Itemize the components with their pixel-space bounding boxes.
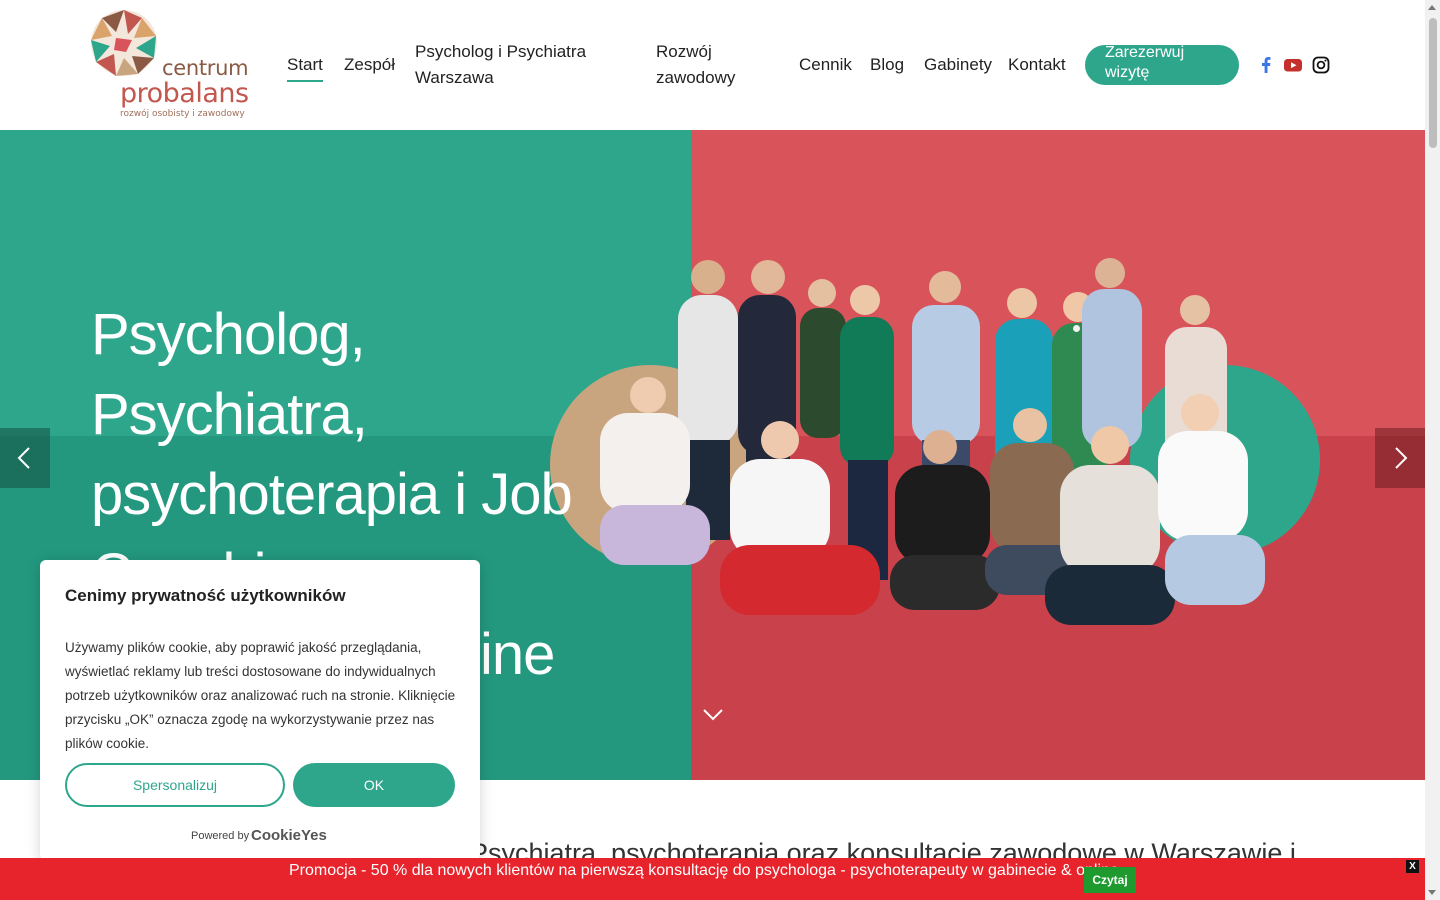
chevron-right-icon <box>1395 447 1408 469</box>
logo-tagline: rozwój osobisty i zawodowy <box>120 109 245 119</box>
site-header: centrum probalans rozwój osobisty i zawo… <box>0 0 1425 130</box>
nav-item-zespol[interactable]: Zespół <box>344 52 395 78</box>
slide-indicator-dot <box>1073 325 1080 332</box>
cookie-customize-button[interactable]: Spersonalizuj <box>65 763 285 807</box>
cookie-title: Cenimy prywatność użytkowników <box>65 586 346 605</box>
promo-close-button[interactable]: X <box>1406 860 1419 873</box>
page-scrollbar[interactable] <box>1425 0 1440 900</box>
logo-word-probalans: probalans <box>120 78 249 109</box>
chevron-left-icon <box>17 447 30 469</box>
nav-item-blog[interactable]: Blog <box>870 52 904 78</box>
cookieyes-logo[interactable]: CookieYes <box>251 827 327 844</box>
nav-item-psycholog-psychiatra[interactable]: Psycholog i Psychiatra Warszawa <box>415 39 605 91</box>
nav-item-kontakt[interactable]: Kontakt <box>1008 52 1066 78</box>
logo-word-centrum: centrum <box>162 56 249 80</box>
nav-item-cennik[interactable]: Cennik <box>799 52 852 78</box>
facebook-icon[interactable] <box>1256 55 1276 75</box>
scroll-down-icon[interactable] <box>702 708 724 722</box>
logo-mark-icon <box>91 10 157 76</box>
nav-item-start[interactable]: Start <box>287 52 323 82</box>
scroll-down-arrow-icon[interactable] <box>1428 890 1436 895</box>
slider-prev-button[interactable] <box>0 428 50 488</box>
scroll-up-arrow-icon[interactable] <box>1428 5 1436 10</box>
slider-next-button[interactable] <box>1375 428 1425 488</box>
cookie-powered-by: Powered by <box>191 830 250 842</box>
youtube-icon[interactable] <box>1283 55 1303 75</box>
promo-bar: Promocja - 50 % dla nowych klientów na p… <box>0 858 1425 900</box>
nav-item-gabinety[interactable]: Gabinety <box>924 52 992 78</box>
logo[interactable]: centrum probalans rozwój osobisty i zawo… <box>88 8 258 123</box>
promo-read-button[interactable]: Czytaj <box>1084 867 1136 893</box>
cookie-description: Używamy plików cookie, aby poprawić jako… <box>65 640 456 751</box>
page: centrum probalans rozwój osobisty i zawo… <box>0 0 1440 900</box>
scrollbar-thumb[interactable] <box>1429 18 1437 148</box>
promo-text: Promocja - 50 % dla nowych klientów na p… <box>289 862 1124 879</box>
team-photo <box>600 258 1265 625</box>
cookie-ok-button[interactable]: OK <box>293 763 455 807</box>
cookie-consent-dialog: Cenimy prywatność użytkowników Używamy p… <box>40 560 480 860</box>
nav-item-rozwoj-zawodowy[interactable]: Rozwój zawodowy <box>656 39 766 91</box>
instagram-icon[interactable] <box>1311 55 1331 75</box>
book-visit-label: Zarezerwuj wizytę <box>1105 45 1185 81</box>
book-visit-button[interactable]: Zarezerwuj wizytę <box>1085 45 1239 85</box>
